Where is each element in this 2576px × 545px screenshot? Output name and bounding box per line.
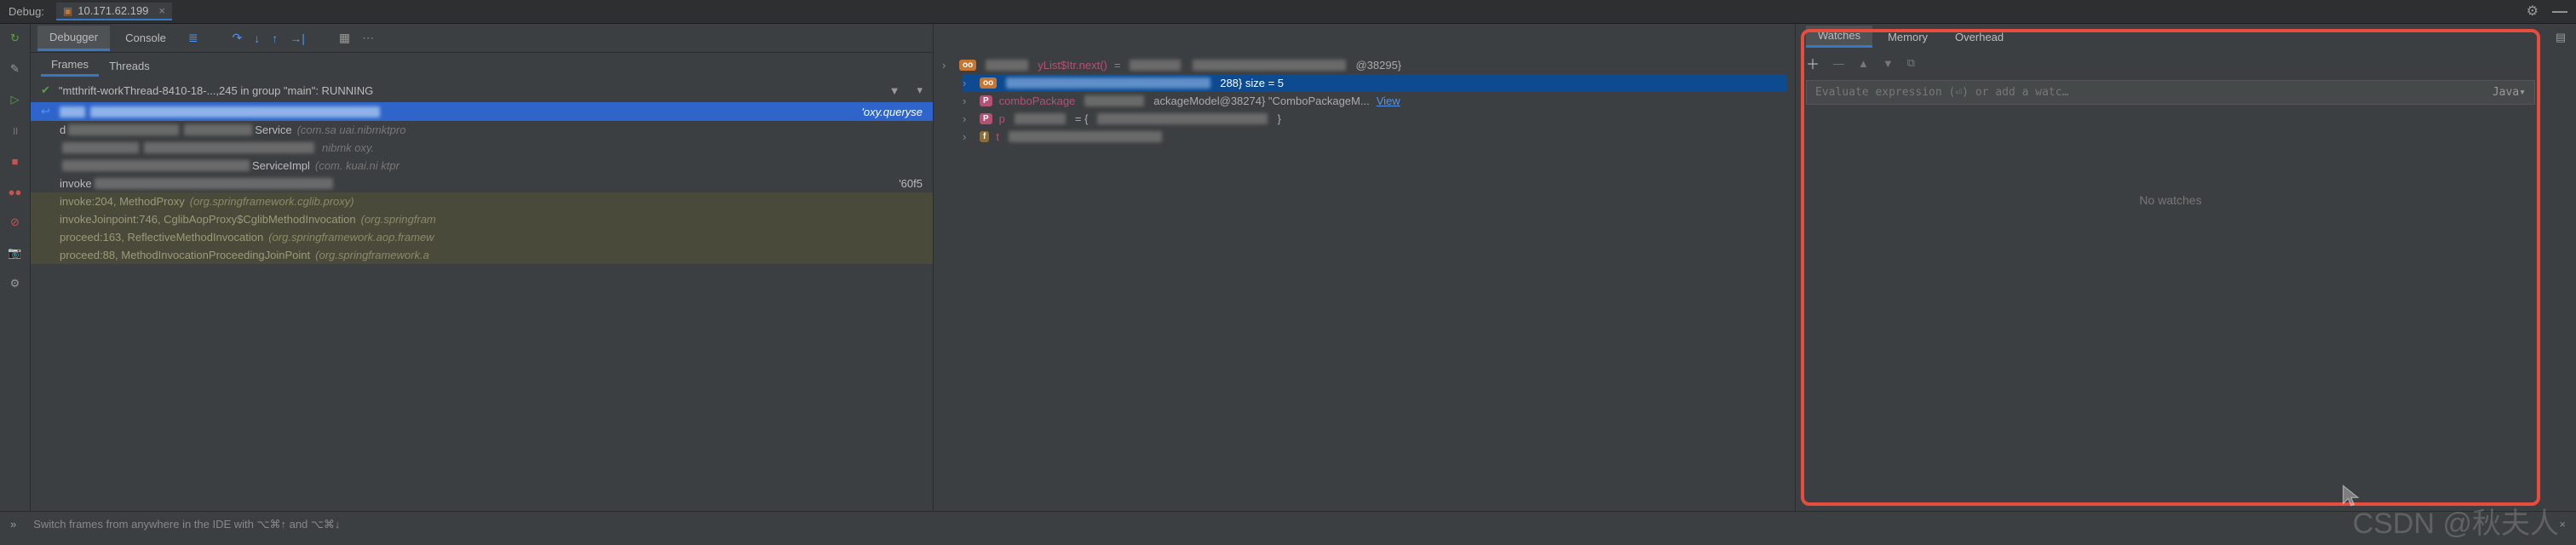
watch-expression-input[interactable]: Evaluate expression (⏎) or add a watc… J… xyxy=(1806,80,2535,105)
minimize-icon[interactable]: — xyxy=(2552,3,2567,20)
variable-row[interactable]: › f t xyxy=(963,128,1786,146)
stack-frame[interactable]: nibmk oxy. xyxy=(31,139,933,157)
frames-panel: Debugger Console ≣ ↷ ↓ ↑ →| ▦ ⋯ Frames T… xyxy=(31,24,934,511)
variable-row[interactable]: › oo yList$Itr.next() = @38295} xyxy=(942,56,1786,74)
layout-icon[interactable]: ▤ xyxy=(2556,31,2566,44)
tab-memory[interactable]: Memory xyxy=(1876,27,1940,47)
hint-text: Switch frames from anywhere in the IDE w… xyxy=(33,518,2559,531)
chevron-right-icon[interactable]: › xyxy=(963,130,973,143)
threads-icon[interactable]: ≣ xyxy=(188,31,198,45)
debug-topbar: Debug: ▣ 10.171.62.199 × ⚙ — xyxy=(0,0,2576,24)
param-tag: P xyxy=(980,113,992,124)
variable-row[interactable]: › P p = {} xyxy=(963,110,1786,128)
thread-status: "mtthrift-workThread-8410-18-...,245 in … xyxy=(59,84,373,97)
watch-placeholder: Evaluate expression (⏎) or add a watc… xyxy=(1815,86,2068,99)
stack-frame[interactable]: ↩ 'oxy.queryse xyxy=(31,102,933,121)
dropdown-icon[interactable]: ▾ xyxy=(917,83,923,97)
watches-panel: Watches Memory Overhead ＋ — ▲ ▼ ⧉ Evalua… xyxy=(1796,24,2545,511)
run-config-tab[interactable]: ▣ 10.171.62.199 × xyxy=(56,3,172,20)
chevron-right-icon[interactable]: › xyxy=(963,95,973,107)
pause-icon[interactable]: ॥ xyxy=(8,123,23,138)
variables-panel: › oo yList$Itr.next() = @38295} › oo 288… xyxy=(934,24,1796,511)
expand-icon[interactable]: » xyxy=(10,518,16,531)
move-down-icon[interactable]: ▼ xyxy=(1883,57,1894,70)
object-tag: oo xyxy=(959,60,976,71)
watches-toolbar: ＋ — ▲ ▼ ⧉ xyxy=(1796,49,2545,77)
chevron-right-icon[interactable]: › xyxy=(942,59,952,72)
remove-watch-icon[interactable]: — xyxy=(1833,57,1844,70)
stack-frame[interactable]: invokeJoinpoint:746, CglibAopProxy$Cglib… xyxy=(31,210,933,228)
thread-selector[interactable]: ✔ "mtthrift-workThread-8410-18-...,245 i… xyxy=(31,78,933,102)
variable-row[interactable]: › oo 288} size = 5 xyxy=(963,74,1786,92)
stack-list: ↩ 'oxy.queryse d Service (com.sa uai.nib… xyxy=(31,102,933,264)
param-tag: P xyxy=(980,95,992,106)
stop-icon[interactable]: ■ xyxy=(8,153,23,169)
subtab-threads[interactable]: Threads xyxy=(99,56,160,76)
evaluate-icon[interactable]: ▦ xyxy=(339,31,350,45)
close-icon[interactable]: × xyxy=(158,4,165,17)
tab-debugger[interactable]: Debugger xyxy=(37,26,110,51)
chevron-right-icon[interactable]: › xyxy=(963,77,973,89)
close-hint-icon[interactable]: × xyxy=(2559,518,2566,531)
move-up-icon[interactable]: ▲ xyxy=(1858,57,1869,70)
settings-icon[interactable]: ⚙ xyxy=(8,276,23,291)
watches-tabs: Watches Memory Overhead xyxy=(1796,24,2545,49)
stack-frame[interactable]: d Service (com.sa uai.nibmktpro xyxy=(31,121,933,139)
object-tag: oo xyxy=(980,77,997,89)
mute-bp-icon[interactable]: ⊘ xyxy=(8,215,23,230)
chevron-right-icon[interactable]: › xyxy=(963,112,973,125)
check-icon: ✔ xyxy=(41,83,50,97)
view-link[interactable]: View xyxy=(1377,95,1400,107)
stack-frame[interactable]: proceed:88, MethodInvocationProceedingJo… xyxy=(31,246,933,264)
add-watch-icon[interactable]: ＋ xyxy=(1806,53,1820,73)
right-toolbar: ▤ xyxy=(2545,24,2576,511)
filter-icon[interactable]: ▼ xyxy=(889,84,900,97)
debug-label: Debug: xyxy=(9,5,44,18)
gear-icon[interactable]: ⚙ xyxy=(2527,3,2539,20)
debug-main: ↻ ✎ ▷ ॥ ■ ●● ⊘ 📷 ⚙ Debugger Console ≣ ↷ … xyxy=(0,24,2576,511)
subtab-frames[interactable]: Frames xyxy=(41,54,99,77)
tab-watches[interactable]: Watches xyxy=(1806,26,1872,48)
field-tag: f xyxy=(980,131,989,142)
stack-frame[interactable]: invoke '60f5 xyxy=(31,175,933,192)
copy-icon[interactable]: ⧉ xyxy=(1907,56,1915,70)
frames-subtabs: Frames Threads xyxy=(31,53,933,78)
stack-frame[interactable]: invoke:204, MethodProxy (org.springframe… xyxy=(31,192,933,210)
step-over-icon[interactable]: ↷ xyxy=(233,31,243,45)
snapshot-icon[interactable]: 📷 xyxy=(8,245,23,261)
resume-icon[interactable]: ▷ xyxy=(8,92,23,107)
stack-frame[interactable]: proceed:163, ReflectiveMethodInvocation … xyxy=(31,228,933,246)
trace-icon[interactable]: ⋯ xyxy=(362,31,374,45)
debugger-tabs: Debugger Console ≣ ↷ ↓ ↑ →| ▦ ⋯ xyxy=(31,24,933,53)
bottom-hint-bar: » Switch frames from anywhere in the IDE… xyxy=(0,511,2576,536)
breakpoints-icon[interactable]: ●● xyxy=(8,184,23,199)
tab-overhead[interactable]: Overhead xyxy=(1943,27,2015,47)
modify-icon[interactable]: ✎ xyxy=(8,61,23,77)
rerun-icon[interactable]: ↻ xyxy=(8,31,23,46)
variable-row[interactable]: › P comboPackage ackageModel@38274} "Com… xyxy=(963,92,1786,110)
run-config-name: 10.171.62.199 xyxy=(78,4,148,17)
stack-frame[interactable]: ServiceImpl (com. kuai.ni ktpr xyxy=(31,157,933,175)
step-into-icon[interactable]: ↓ xyxy=(254,32,260,45)
app-icon: ▣ xyxy=(63,5,72,17)
variables-list: › oo yList$Itr.next() = @38295} › oo 288… xyxy=(934,53,1795,149)
tab-console[interactable]: Console xyxy=(113,26,178,49)
watch-lang[interactable]: Java▾ xyxy=(2493,86,2526,99)
step-out-icon[interactable]: ↑ xyxy=(272,32,278,45)
run-to-cursor-icon[interactable]: →| xyxy=(290,32,305,45)
back-icon: ↩ xyxy=(41,105,50,118)
left-toolbar: ↻ ✎ ▷ ॥ ■ ●● ⊘ 📷 ⚙ xyxy=(0,24,31,511)
no-watches-label: No watches xyxy=(1796,193,2545,207)
